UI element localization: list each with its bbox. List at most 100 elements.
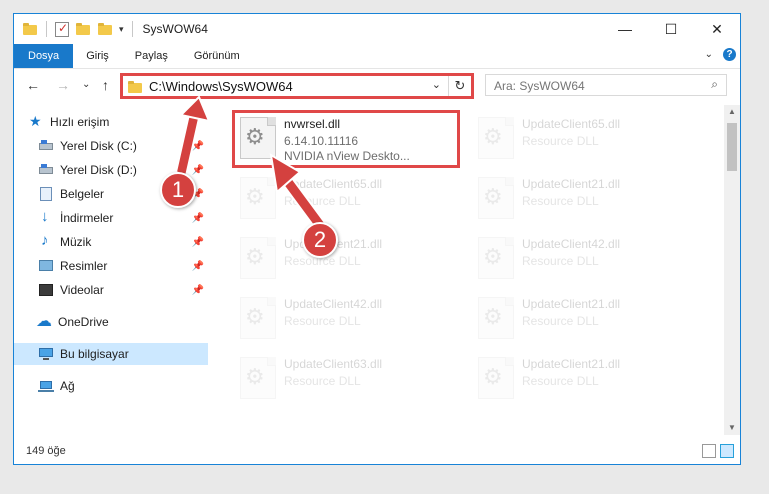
nav-downloads[interactable]: İndirmeler 📌 — [38, 207, 208, 229]
scroll-down-arrow-icon[interactable]: ▼ — [724, 421, 740, 435]
nav-item-label: OneDrive — [58, 315, 109, 329]
nav-item-label: Hızlı erişim — [50, 115, 110, 129]
nav-quick-access[interactable]: Hızlı erişim — [28, 111, 222, 133]
dll-file-icon — [478, 297, 514, 339]
window-title: SysWOW64 — [142, 22, 208, 36]
nav-local-disk-c[interactable]: Yerel Disk (C:) 📌 — [38, 135, 208, 157]
pin-icon: 📌 — [191, 236, 204, 248]
close-button[interactable]: ✕ — [694, 14, 740, 44]
maximize-button[interactable]: ☐ — [648, 14, 694, 44]
file-item[interactable]: UpdateClient65.dll Resource DLL — [472, 111, 702, 171]
nav-onedrive[interactable]: OneDrive — [36, 311, 208, 333]
item-count: 149 öğe — [26, 445, 66, 457]
expand-ribbon-chevron-icon[interactable]: ⌄ — [705, 49, 713, 60]
search-input[interactable] — [492, 76, 696, 96]
dll-file-icon — [240, 297, 276, 339]
address-row: ← → ⌄ ↑ C:\Windows\SysWOW64 ⌄ ↻ ⌕ — [14, 68, 740, 105]
nav-this-pc[interactable]: Bu bilgisayar — [14, 343, 208, 365]
tab-file[interactable]: Dosya — [14, 44, 74, 68]
file-item[interactable]: UpdateClient65.dll Resource DLL — [234, 171, 464, 231]
nav-item-label: Belgeler — [60, 187, 105, 201]
nav-item-label: Yerel Disk (D:) — [60, 163, 137, 177]
minimize-button[interactable]: — — [602, 14, 648, 44]
nav-item-label: Videolar — [60, 283, 104, 297]
pin-icon: 📌 — [191, 164, 204, 176]
file-description: Resource DLL — [522, 134, 599, 148]
large-icons-view-icon[interactable] — [720, 444, 734, 458]
forward-arrow-icon[interactable]: → — [56, 77, 70, 93]
file-name: UpdateClient42.dll — [284, 297, 383, 311]
navigation-pane: Hızlı erişim Yerel Disk (C:) 📌 Yerel Dis… — [14, 105, 210, 435]
address-bar[interactable]: C:\Windows\SysWOW64 ⌄ ↻ — [120, 73, 474, 99]
this-pc-icon — [38, 346, 54, 362]
nav-network[interactable]: Ağ — [38, 375, 208, 397]
file-item[interactable]: UpdateClient21.dll Resource DLL — [234, 231, 464, 291]
star-icon — [28, 113, 44, 130]
search-box[interactable]: ⌕ — [485, 74, 727, 96]
help-icon[interactable]: ? — [723, 48, 736, 61]
videos-icon — [38, 282, 54, 298]
rename-icon[interactable] — [97, 21, 113, 37]
file-name: UpdateClient21.dll — [522, 177, 621, 191]
window-controls: — ☐ ✕ — [602, 14, 740, 44]
file-item[interactable]: UpdateClient42.dll Resource DLL — [472, 231, 702, 291]
nav-pictures[interactable]: Resimler 📌 — [38, 255, 208, 277]
new-folder-icon[interactable] — [75, 21, 91, 37]
recent-locations-chevron-icon[interactable]: ⌄ — [82, 79, 90, 90]
address-path[interactable]: C:\Windows\SysWOW64 — [149, 79, 293, 94]
status-bar: 149 öğe — [14, 439, 740, 464]
vertical-scrollbar[interactable]: ▲ ▼ — [724, 105, 740, 435]
folder-icon — [127, 79, 143, 95]
documents-icon — [38, 186, 54, 202]
nav-item-label: Ağ — [60, 379, 75, 393]
file-name: UpdateClient65.dll — [522, 117, 621, 131]
ribbon-right-controls: ⌄ ? — [705, 48, 736, 61]
file-name: UpdateClient21.dll — [522, 297, 621, 311]
quick-access-toolbar: ▾ — [22, 21, 135, 37]
pin-icon: 📌 — [191, 140, 204, 152]
file-description: Resource DLL — [522, 254, 599, 268]
file-description: Resource DLL — [284, 314, 361, 328]
nav-videos[interactable]: Videolar 📌 — [38, 279, 208, 301]
title-bar: ▾ SysWOW64 — ☐ ✕ — [14, 14, 740, 44]
file-name: UpdateClient21.dll — [522, 357, 621, 371]
file-item[interactable]: UpdateClient21.dll Resource DLL — [472, 171, 702, 231]
tab-share[interactable]: Paylaş — [122, 44, 181, 68]
nav-music[interactable]: Müzik 📌 — [38, 231, 208, 253]
dll-file-icon — [240, 237, 276, 279]
file-item[interactable]: UpdateClient63.dll Resource DLL — [234, 351, 464, 411]
file-list: nvwrsel.dll 6.14.10.11116 NVIDIA nView D… — [220, 105, 724, 435]
disk-icon — [38, 162, 54, 178]
toolbar-divider — [46, 21, 47, 37]
file-description: Resource DLL — [284, 194, 361, 208]
search-icon[interactable]: ⌕ — [711, 77, 718, 92]
pin-icon: 📌 — [191, 260, 204, 272]
customize-toolbar-chevron-icon[interactable]: ▾ — [119, 24, 124, 35]
explorer-window: ▾ SysWOW64 — ☐ ✕ Dosya Giriş Paylaş Görü… — [13, 13, 741, 465]
file-name: UpdateClient63.dll — [284, 357, 383, 371]
up-arrow-icon[interactable]: ↑ — [102, 77, 109, 93]
file-item[interactable]: UpdateClient21.dll Resource DLL — [472, 291, 702, 351]
pictures-icon — [38, 258, 54, 274]
scroll-up-arrow-icon[interactable]: ▲ — [724, 105, 740, 119]
address-dropdown-chevron-icon[interactable]: ⌄ — [432, 78, 441, 91]
dll-file-icon — [478, 177, 514, 219]
file-name: UpdateClient65.dll — [284, 177, 383, 191]
file-item[interactable]: UpdateClient21.dll Resource DLL — [472, 351, 702, 411]
nav-item-label: Yerel Disk (C:) — [60, 139, 137, 153]
back-arrow-icon[interactable]: ← — [26, 77, 40, 93]
step-marker-2: 2 — [302, 222, 338, 258]
details-view-icon[interactable] — [702, 444, 716, 458]
step-marker-1: 1 — [160, 172, 196, 208]
file-item[interactable]: UpdateClient42.dll Resource DLL — [234, 291, 464, 351]
file-name: UpdateClient42.dll — [522, 237, 621, 251]
disk-icon — [38, 138, 54, 154]
pin-icon: 📌 — [191, 284, 204, 296]
scrollbar-thumb[interactable] — [727, 123, 737, 171]
tab-view[interactable]: Görünüm — [181, 44, 253, 68]
nav-item-label: İndirmeler — [60, 211, 114, 225]
tab-home[interactable]: Giriş — [73, 44, 122, 68]
properties-icon[interactable] — [55, 21, 69, 37]
refresh-icon[interactable]: ↻ — [448, 76, 471, 96]
dll-file-icon — [478, 117, 514, 159]
